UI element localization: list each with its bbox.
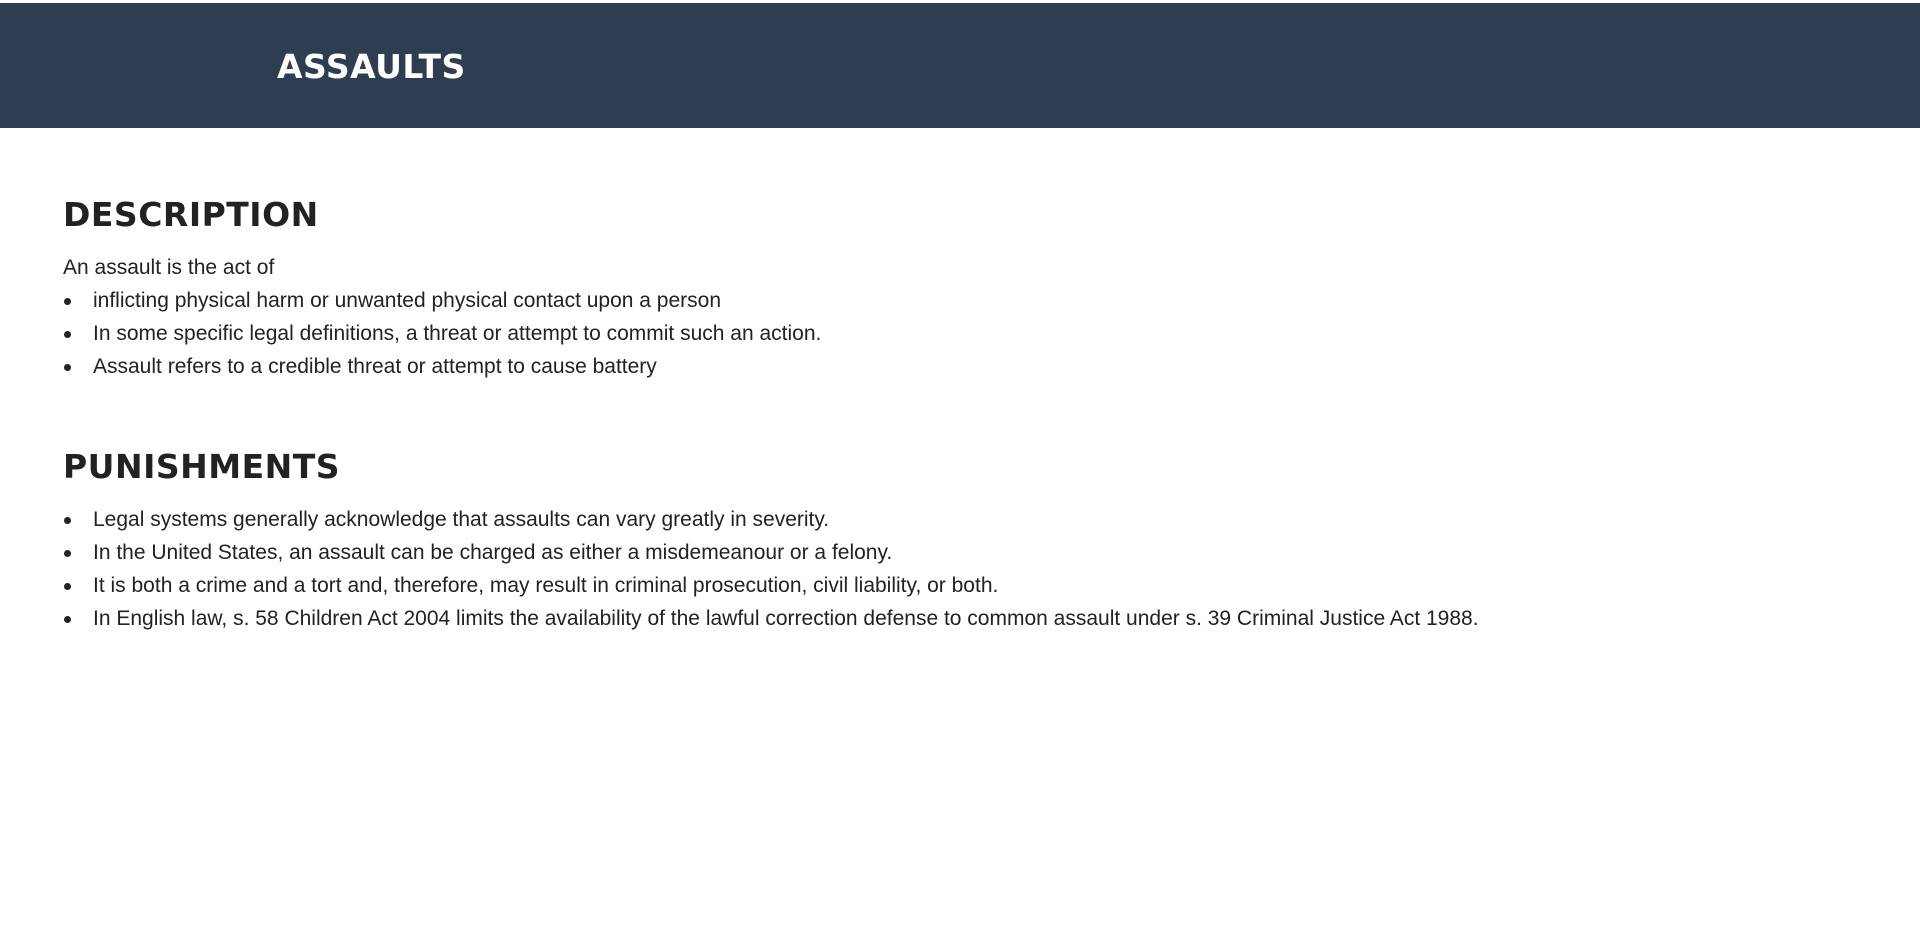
list-item: Legal systems generally acknowledge that… — [64, 503, 1920, 536]
punishments-list: Legal systems generally acknowledge that… — [63, 503, 1920, 635]
list-item: In some specific legal definitions, a th… — [64, 317, 1920, 350]
description-intro: An assault is the act of — [63, 256, 275, 279]
punishments-section: PUNISHMENTS Legal systems generally ackn… — [63, 447, 1920, 635]
page-header: ASSAULTS — [0, 3, 1920, 128]
list-item: It is both a crime and a tort and, there… — [64, 569, 1920, 602]
main-content: DESCRIPTION An assault is the act of inf… — [0, 195, 1920, 635]
list-item: In English law, s. 58 Children Act 2004 … — [64, 602, 1920, 635]
description-section: DESCRIPTION An assault is the act of inf… — [63, 195, 1920, 383]
punishments-heading: PUNISHMENTS — [63, 447, 341, 486]
list-item: inflicting physical harm or unwanted phy… — [64, 284, 1920, 317]
list-item: In the United States, an assault can be … — [64, 536, 1920, 569]
description-list: inflicting physical harm or unwanted phy… — [63, 284, 1920, 383]
description-heading: DESCRIPTION — [63, 195, 319, 234]
page-title: ASSAULTS — [277, 47, 466, 86]
list-item: Assault refers to a credible threat or a… — [64, 350, 1920, 383]
